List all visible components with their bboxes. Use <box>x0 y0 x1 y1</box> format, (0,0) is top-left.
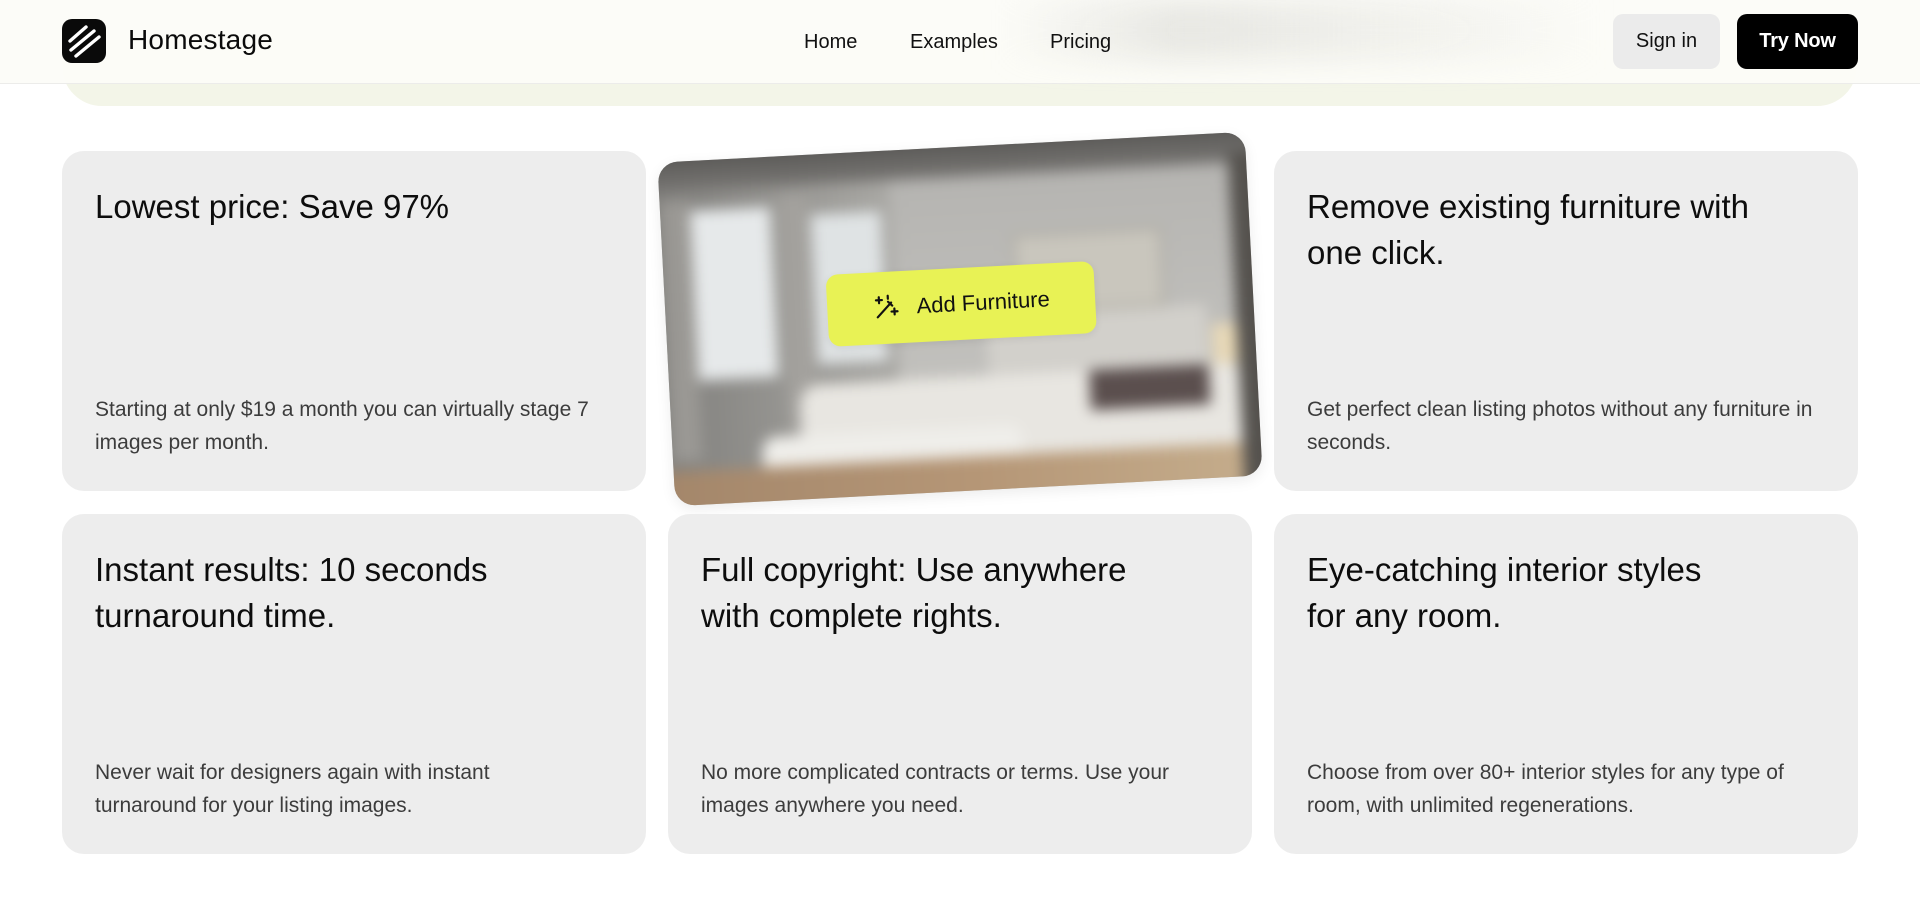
feature-card-lowest-price: Lowest price: Save 97% Starting at only … <box>62 151 646 491</box>
feature-card-instant-results: Instant results: 10 seconds turnaround t… <box>62 514 646 854</box>
nav-pricing[interactable]: Pricing <box>1050 29 1111 55</box>
magic-wand-icon <box>872 293 901 322</box>
feature-card-remove-furniture: Remove existing furniture with one click… <box>1274 151 1858 491</box>
feature-title: Remove existing furniture with one click… <box>1307 188 1750 271</box>
feature-description: No more complicated contracts or terms. … <box>701 761 1169 817</box>
feature-title: Full copyright: Use anywhere with comple… <box>701 551 1127 634</box>
brand-name[interactable]: Homestage <box>128 22 273 58</box>
feature-card-full-copyright: Full copyright: Use anywhere with comple… <box>668 514 1252 854</box>
nav-examples[interactable]: Examples <box>910 29 998 55</box>
feature-title: Eye-catching interior styles for any roo… <box>1307 551 1702 634</box>
feature-description: Get perfect clean listing photos without… <box>1307 398 1813 454</box>
nav-home[interactable]: Home <box>804 29 857 55</box>
add-furniture-button[interactable]: Add Furniture <box>825 260 1097 347</box>
site-header: Homestage Home Examples Pricing Sign in … <box>0 0 1920 84</box>
try-now-button[interactable]: Try Now <box>1737 14 1858 69</box>
feature-description: Never wait for designers again with inst… <box>95 761 490 817</box>
sign-in-button[interactable]: Sign in <box>1613 14 1720 69</box>
feature-title: Lowest price: Save 97% <box>95 188 450 225</box>
homestage-logo-icon[interactable] <box>62 19 106 63</box>
feature-card-interior-styles: Eye-catching interior styles for any roo… <box>1274 514 1858 854</box>
feature-description: Choose from over 80+ interior styles for… <box>1307 761 1784 817</box>
feature-title: Instant results: 10 seconds turnaround t… <box>95 551 488 634</box>
feature-description: Starting at only $19 a month you can vir… <box>95 398 589 454</box>
showcase-photo-card: Add Furniture <box>657 131 1263 507</box>
add-furniture-label: Add Furniture <box>915 286 1051 319</box>
